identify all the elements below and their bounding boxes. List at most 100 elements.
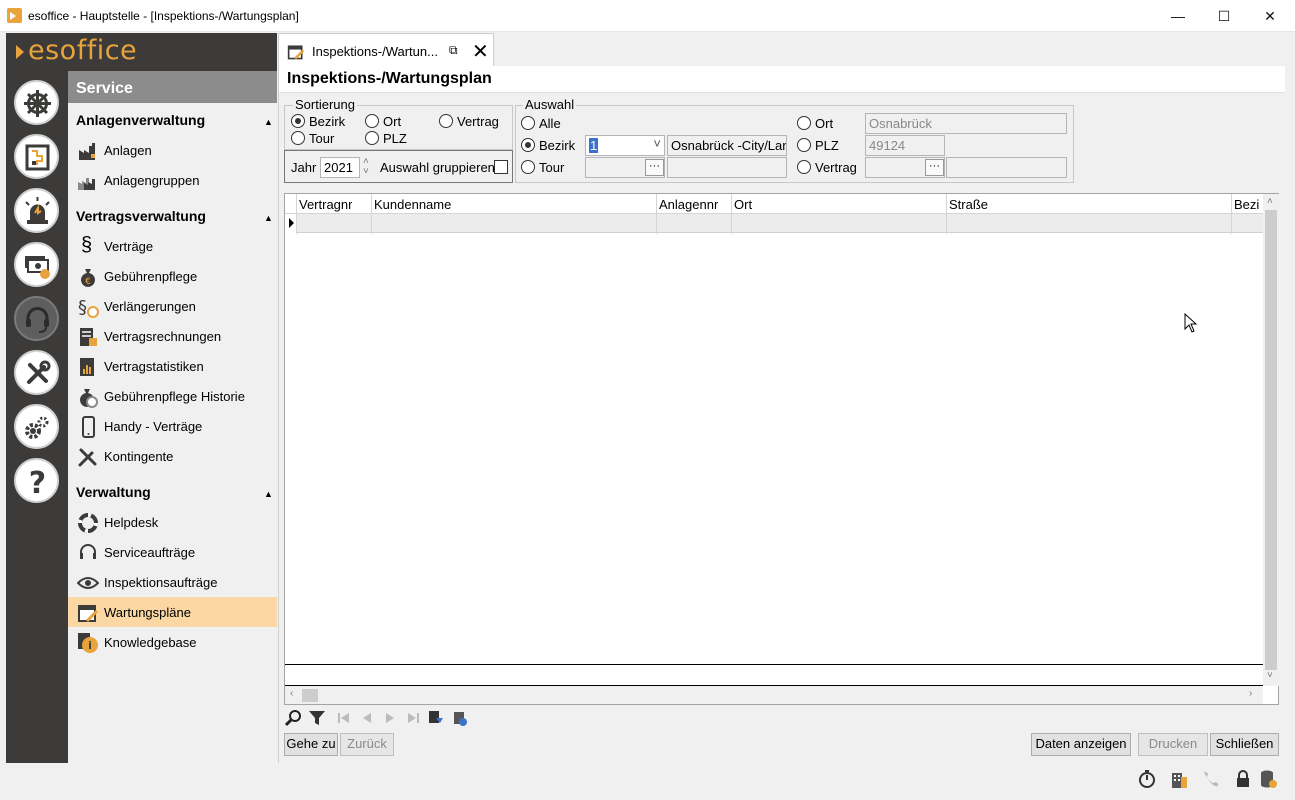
next-record-icon[interactable] [381, 709, 399, 727]
year-label: Jahr [291, 160, 317, 175]
sidebar-item-gebuehrenpflege-historie[interactable]: Gebührenpflege Historie [68, 381, 277, 411]
sidebar-item-handy-vertraege[interactable]: Handy - Verträge [68, 411, 277, 441]
last-record-icon[interactable] [404, 709, 422, 727]
sidebar-item-vertragstatistiken[interactable]: Vertragstatistiken [68, 351, 277, 381]
window-titlebar: esoffice - Hauptstelle - [Inspektions-/W… [0, 0, 1295, 32]
sidebar-item-serviceauftraege[interactable]: Serviceaufträge [68, 537, 277, 567]
close-tab-icon[interactable]: ✕ [472, 39, 489, 64]
headset-icon [80, 544, 96, 559]
map-icon [25, 144, 50, 171]
phone-icon [82, 416, 95, 438]
paragraph-icon: § [81, 234, 93, 256]
plz-field: 49124 [865, 135, 945, 156]
building-icon[interactable] [1169, 769, 1189, 789]
scroll-right-icon[interactable]: › [1249, 688, 1252, 699]
year-input[interactable]: 2021 [320, 157, 360, 178]
factory-icon [79, 143, 95, 160]
sidebar-item-anlagengruppen[interactable]: Anlagengruppen [68, 165, 277, 195]
export-grid-icon[interactable] [427, 709, 445, 727]
vertical-scrollbar[interactable]: ˄ ˅ [1263, 194, 1279, 686]
first-record-icon[interactable] [335, 709, 353, 727]
rail-helm-button[interactable] [14, 80, 59, 125]
rail-money-button[interactable] [14, 242, 59, 287]
rail-alarm-button[interactable] [14, 188, 59, 233]
rail-service-button[interactable] [14, 296, 59, 341]
sidebar-item-knowledgebase[interactable]: i Knowledgebase [68, 627, 277, 657]
tab-label: Inspektions-/Wartun... [312, 44, 438, 59]
stopwatch-icon[interactable] [1137, 769, 1157, 789]
status-bar [0, 763, 1295, 800]
chevron-down-icon: ˅ [653, 136, 661, 151]
close-form-button[interactable]: Schließen [1210, 733, 1279, 756]
close-window-button[interactable]: ✕ [1247, 0, 1293, 32]
column-vertragnr[interactable]: Vertragnr [299, 197, 352, 212]
filter-icon[interactable] [308, 709, 326, 727]
vertical-scroll-thumb[interactable] [1265, 210, 1277, 670]
info-icon: i [78, 633, 98, 653]
minimize-button[interactable]: — [1155, 0, 1201, 32]
sidebar-item-inspektionsauftraege[interactable]: Inspektionsaufträge [68, 567, 277, 597]
rail-map-button[interactable] [14, 134, 59, 179]
goto-button[interactable]: Gehe zu [284, 733, 338, 756]
print-button[interactable]: Drucken [1138, 733, 1208, 756]
lifebuoy-icon [78, 513, 98, 533]
column-bezirk[interactable]: Bezi [1234, 197, 1262, 212]
ort-field: Osnabrück [865, 113, 1067, 134]
headset-icon [26, 307, 49, 333]
collapse-caret-icon[interactable]: ▲ [264, 117, 273, 127]
year-spin-down-icon[interactable]: ˅ [363, 166, 369, 177]
bezirk-name-field: Osnabrück -City/Lan [667, 135, 787, 156]
database-icon[interactable] [1258, 769, 1278, 789]
refresh-grid-icon[interactable] [450, 709, 468, 727]
column-ort[interactable]: Ort [734, 197, 752, 212]
back-button[interactable]: Zurück [340, 733, 394, 756]
table-row[interactable] [297, 214, 1263, 233]
helm-icon [24, 90, 51, 117]
maximize-button[interactable]: ☐ [1201, 0, 1247, 32]
collapse-caret-icon[interactable]: ▲ [264, 489, 273, 499]
phone-call-icon[interactable] [1201, 769, 1221, 789]
sidebar-item-kontingente[interactable]: Kontingente [68, 441, 277, 471]
selection-legend: Auswahl [523, 97, 577, 112]
bezirk-dropdown[interactable]: 1 ˅ [585, 135, 665, 156]
paragraph-clock-icon: § [78, 297, 99, 318]
group-selection-checkbox[interactable] [494, 160, 508, 174]
vertrag-lookup-button[interactable]: ··· [925, 159, 944, 176]
horizontal-scrollbar[interactable]: ‹ › [285, 686, 1263, 704]
group-vertragsverwaltung[interactable]: Vertragsverwaltung [76, 208, 206, 224]
tour-lookup-button[interactable]: ··· [645, 159, 664, 176]
svg-text:§: § [78, 297, 87, 318]
rail-tools-button[interactable] [14, 350, 59, 395]
sidebar-item-gebuehrenpflege[interactable]: € Gebührenpflege [68, 261, 277, 291]
sidebar-item-verlaengerungen[interactable]: § Verlängerungen [68, 291, 277, 321]
calendar-edit-icon [287, 45, 305, 60]
show-data-button[interactable]: Daten anzeigen [1031, 733, 1131, 756]
group-anlagenverwaltung[interactable]: Anlagenverwaltung [76, 112, 205, 128]
horizontal-scroll-thumb[interactable] [302, 689, 318, 702]
column-kundenname[interactable]: Kundenname [374, 197, 451, 212]
previous-record-icon[interactable] [358, 709, 376, 727]
scroll-down-icon[interactable]: ˅ [1267, 670, 1273, 681]
sidebar-item-vertragsrechnungen[interactable]: Vertragsrechnungen [68, 321, 277, 351]
rail-settings-button[interactable] [14, 404, 59, 449]
rail-help-button[interactable]: ? [14, 458, 59, 503]
popout-icon[interactable]: ⧉ [449, 43, 458, 58]
grid-header: Vertragnr Kundenname Anlagennr Ort Straß… [285, 194, 1263, 214]
sidebar-section-title: Service [68, 71, 277, 103]
search-icon[interactable] [285, 709, 303, 727]
collapse-caret-icon[interactable]: ▲ [264, 213, 273, 223]
column-strasse[interactable]: Straße [949, 197, 988, 212]
tab-inspektions-wartungsplan[interactable]: Inspektions-/Wartun... ⧉ ✕ [278, 33, 494, 66]
group-verwaltung[interactable]: Verwaltung [76, 484, 151, 500]
sidebar-item-anlagen[interactable]: Anlagen [68, 135, 277, 165]
sidebar-item-helpdesk[interactable]: Helpdesk [68, 507, 277, 537]
scroll-up-icon[interactable]: ˄ [1267, 196, 1273, 207]
sidebar-item-wartungsplaene[interactable]: Wartungspläne [68, 597, 277, 627]
service-sidebar: Service Anlagenverwaltung ▲ Anlagen Anla… [68, 71, 277, 763]
scroll-left-icon[interactable]: ‹ [290, 688, 293, 699]
lock-icon[interactable] [1233, 769, 1253, 789]
svg-text:€: € [85, 277, 91, 287]
vertrag-name-field [946, 157, 1067, 178]
sidebar-item-vertraege[interactable]: § Verträge [68, 231, 277, 261]
column-anlagennr[interactable]: Anlagennr [659, 197, 718, 212]
